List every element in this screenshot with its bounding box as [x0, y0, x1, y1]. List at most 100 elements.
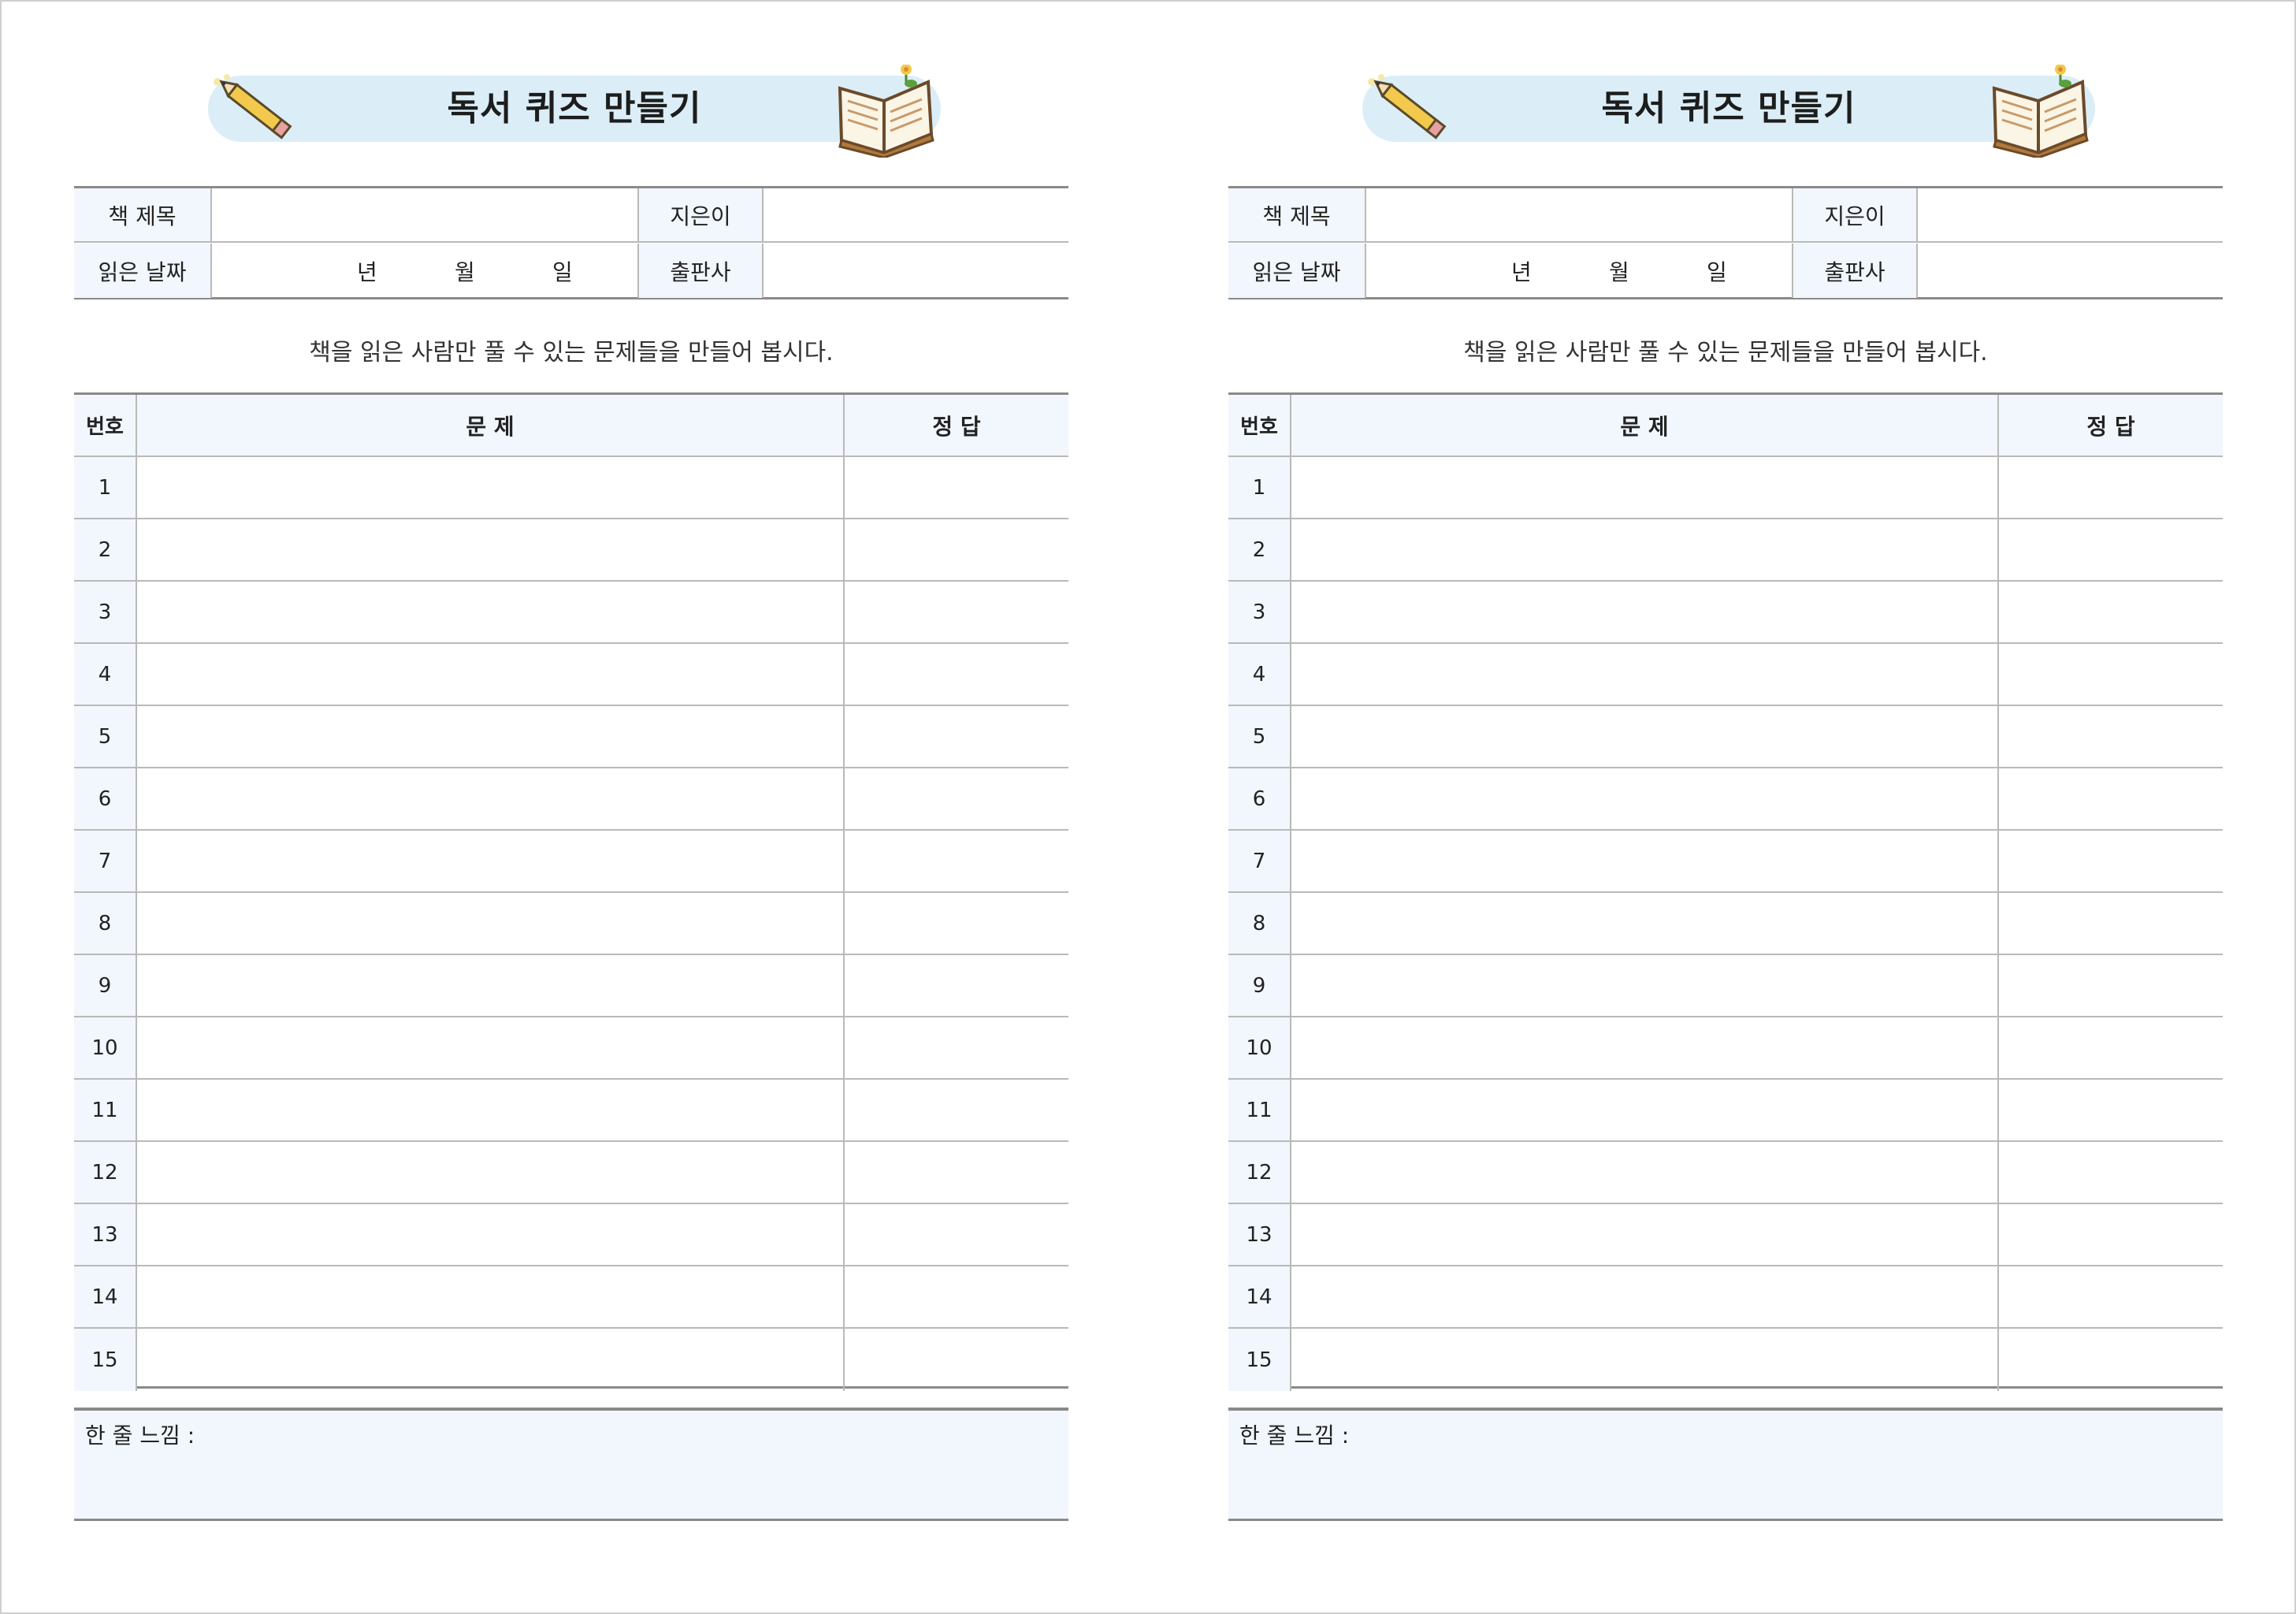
book-title-label: 책 제목	[74, 188, 212, 241]
answer-field[interactable]	[845, 893, 1068, 954]
pencil-icon	[214, 74, 292, 139]
answer-field[interactable]	[845, 457, 1068, 518]
answer-field[interactable]	[845, 1266, 1068, 1327]
one-line-feeling-box[interactable]: 한 줄 느낌 :	[74, 1408, 1068, 1521]
answer-field[interactable]	[1999, 706, 2223, 767]
row-number: 1	[1228, 457, 1291, 518]
answer-field[interactable]	[1999, 519, 2223, 580]
date-day-label: 일	[1707, 258, 1727, 285]
answer-field[interactable]	[845, 644, 1068, 705]
question-field[interactable]	[137, 1080, 845, 1140]
answer-field[interactable]	[1999, 1204, 2223, 1265]
answer-field[interactable]	[1999, 1017, 2223, 1078]
publisher-field[interactable]	[1918, 244, 2223, 298]
answer-field[interactable]	[845, 1080, 1068, 1140]
answer-field[interactable]	[845, 831, 1068, 891]
read-date-label: 읽은 날짜	[74, 244, 212, 298]
table-row: 1	[74, 457, 1068, 519]
question-field[interactable]	[137, 893, 845, 954]
author-field[interactable]	[763, 188, 1068, 241]
row-number: 11	[1228, 1080, 1291, 1140]
table-row: 13	[74, 1204, 1068, 1266]
answer-field[interactable]	[845, 1017, 1068, 1078]
book-title-field[interactable]	[1366, 188, 1793, 241]
question-field[interactable]	[137, 1017, 845, 1078]
table-row: 6	[1228, 768, 2223, 831]
question-field[interactable]	[137, 1329, 845, 1391]
table-row: 1	[1228, 457, 2223, 519]
question-field[interactable]	[1291, 706, 1999, 767]
answer-field[interactable]	[845, 1204, 1068, 1265]
row-number: 4	[74, 644, 137, 705]
book-info-table: 책 제목 지은이 읽은 날짜 년 월 일 출판사	[1228, 186, 2223, 299]
book-info-table: 책 제목 지은이 읽은 날짜 년 월 일 출판사	[74, 186, 1068, 299]
question-field[interactable]	[137, 768, 845, 829]
row-number: 2	[74, 519, 137, 580]
question-field[interactable]	[1291, 768, 1999, 829]
author-field[interactable]	[1918, 188, 2223, 241]
publisher-field[interactable]	[763, 244, 1068, 298]
question-field[interactable]	[1291, 893, 1999, 954]
row-number: 10	[74, 1017, 137, 1078]
question-field[interactable]	[1291, 1142, 1999, 1203]
answer-field[interactable]	[845, 955, 1068, 1016]
answer-field[interactable]	[1999, 831, 2223, 891]
answer-field[interactable]	[1999, 768, 2223, 829]
answer-field[interactable]	[1999, 893, 2223, 954]
table-row: 15	[1228, 1329, 2223, 1391]
answer-field[interactable]	[1999, 644, 2223, 705]
answer-field[interactable]	[1999, 955, 2223, 1016]
one-line-feeling-box[interactable]: 한 줄 느낌 :	[1228, 1408, 2223, 1521]
instruction-text: 책을 읽은 사람만 풀 수 있는 문제들을 만들어 봅시다.	[1463, 339, 1988, 366]
answer-field[interactable]	[1999, 457, 2223, 518]
table-row: 4	[1228, 644, 2223, 706]
row-number: 12	[74, 1142, 137, 1203]
answer-field[interactable]	[845, 768, 1068, 829]
answer-field[interactable]	[845, 519, 1068, 580]
worksheet-title: 독서 퀴즈 만들기	[447, 88, 702, 128]
question-field[interactable]	[1291, 457, 1999, 518]
question-field[interactable]	[137, 1204, 845, 1265]
question-field[interactable]	[137, 1266, 845, 1327]
answer-field[interactable]	[1999, 1080, 2223, 1140]
question-field[interactable]	[1291, 582, 1999, 642]
question-field[interactable]	[1291, 1204, 1999, 1265]
quiz-table: 번호 문 제 정 답 1 2 3 4 5 6 7 8 9 10 11 12 13…	[1228, 392, 2223, 1391]
question-field[interactable]	[1291, 831, 1999, 891]
question-field[interactable]	[1291, 1329, 1999, 1391]
question-field[interactable]	[1291, 955, 1999, 1016]
answer-field[interactable]	[845, 706, 1068, 767]
question-field[interactable]	[137, 706, 845, 767]
author-label: 지은이	[1793, 188, 1918, 241]
read-date-field[interactable]: 년 월 일	[1366, 244, 1793, 298]
question-field[interactable]	[137, 831, 845, 891]
answer-field[interactable]	[1999, 1329, 2223, 1391]
worksheet-right: 독서 퀴즈 만들기 책 제목 지은이 읽은 날짜 년 월 일 출판사 책을 읽은…	[1228, 0, 2223, 1614]
author-label: 지은이	[639, 188, 763, 241]
question-field[interactable]	[137, 644, 845, 705]
answer-field[interactable]	[845, 1142, 1068, 1203]
question-field[interactable]	[137, 955, 845, 1016]
row-number: 11	[74, 1080, 137, 1140]
publisher-label: 출판사	[639, 244, 763, 298]
date-year-label: 년	[357, 258, 377, 285]
book-title-field[interactable]	[212, 188, 639, 241]
question-field[interactable]	[1291, 519, 1999, 580]
answer-field[interactable]	[1999, 1142, 2223, 1203]
question-field[interactable]	[1291, 1017, 1999, 1078]
table-row: 13	[1228, 1204, 2223, 1266]
answer-field[interactable]	[845, 582, 1068, 642]
question-field[interactable]	[1291, 1080, 1999, 1140]
row-number: 9	[74, 955, 137, 1016]
question-field[interactable]	[137, 582, 845, 642]
question-field[interactable]	[137, 1142, 845, 1203]
question-field[interactable]	[1291, 644, 1999, 705]
read-date-field[interactable]: 년 월 일	[212, 244, 639, 298]
question-field[interactable]	[1291, 1266, 1999, 1327]
answer-field[interactable]	[845, 1329, 1068, 1391]
row-number: 2	[1228, 519, 1291, 580]
answer-field[interactable]	[1999, 582, 2223, 642]
answer-field[interactable]	[1999, 1266, 2223, 1327]
question-field[interactable]	[137, 457, 845, 518]
question-field[interactable]	[137, 519, 845, 580]
